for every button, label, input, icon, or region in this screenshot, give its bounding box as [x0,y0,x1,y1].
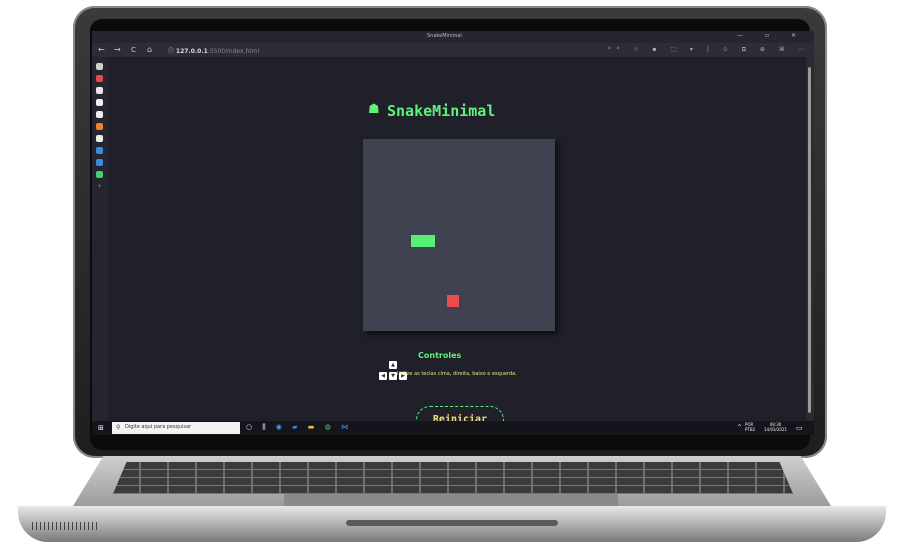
url-path: :5500/index.html [207,48,260,55]
bing-icon[interactable] [96,147,103,154]
page-title: SnakeMinimal [387,102,496,120]
snake-logo-icon: ☗ [368,102,380,117]
front-groove [346,520,558,526]
screen: SnakeMinimal — ▫ ✕ ← → C ⌂ ⓘ 127.0.0.1:5… [92,31,814,435]
windows-start-icon[interactable]: ⊞ [98,424,104,432]
food [447,295,459,307]
trackpad [284,494,618,506]
taskbar-search[interactable]: ⚲ Digite aqui para pesquisar [112,422,240,434]
gmail-icon[interactable] [96,75,103,82]
back-icon[interactable]: ← [98,45,105,54]
arrow-left-key-icon: ◀ [379,372,387,380]
url-host: 127.0.0.1 [175,48,208,55]
github-icon[interactable] [96,99,103,106]
clock-date: 14/03/2021 [764,427,788,432]
keyboard-language[interactable]: POR PTB2 [745,422,755,432]
outlook-icon[interactable] [96,63,103,70]
search-icon: ⚲ [116,424,121,431]
layout-code: PTB2 [745,427,756,432]
chrome-icon[interactable] [96,87,103,94]
tab-title[interactable]: SnakeMinimal [427,33,462,39]
extension-icons[interactable]: ᴬᴬ ☆ ▪ ⬚ ▾ | ✩ ⧉ ⊕ ⌘ ⋯ [608,46,811,54]
forward-icon[interactable]: → [114,45,121,54]
vents [32,522,98,530]
game-board [363,139,555,331]
vue-icon[interactable] [96,171,103,178]
document-icon[interactable] [96,135,103,142]
arrow-up-key-icon: ▲ [389,361,397,369]
taskbar: ⊞ ⚲ Digite aqui para pesquisar ○ ⫼ ◉ ▰ ▬… [92,421,814,435]
snake [411,235,435,247]
search-placeholder: Digite aqui para pesquisar [125,424,192,430]
controls-title: Controles [418,351,462,360]
arrow-down-key-icon: ▼ [389,372,397,380]
window-controls[interactable]: — ▫ ✕ [737,32,806,39]
github-alt-icon[interactable] [96,111,103,118]
tray-chevron-icon[interactable]: ^ [737,424,742,431]
taskbar-app-icons[interactable]: ○ ⫼ ◉ ▰ ▬ ◍ ⋈ [246,423,352,432]
clock[interactable]: 08:30 14/03/2021 [764,422,787,432]
bing-alt-icon[interactable] [96,159,103,166]
notification-icon[interactable]: ▭ [796,424,803,432]
home-icon[interactable]: ⌂ [147,45,152,54]
browser-titlebar: SnakeMinimal — ▫ ✕ [92,31,814,43]
scrollbar-thumb[interactable] [808,67,811,413]
keyboard-rows [113,462,793,494]
laptop-base [18,456,886,542]
reload-icon[interactable]: C [131,46,136,54]
address-bar: ← → C ⌂ ⓘ 127.0.0.1:5500/index.html ᴬᴬ ☆… [92,43,814,57]
controls-description: Utilize as teclas cima, direita, baixo e… [397,371,517,377]
app-icon[interactable] [96,123,103,130]
page-content: ☗ SnakeMinimal Controles ▲ ◀ ▼ ▶ Utilize… [108,57,806,434]
url-field[interactable]: ⓘ 127.0.0.1:5500/index.html [168,46,259,55]
add-icon[interactable]: + [96,183,103,190]
browser-sidebar: + [92,57,108,421]
